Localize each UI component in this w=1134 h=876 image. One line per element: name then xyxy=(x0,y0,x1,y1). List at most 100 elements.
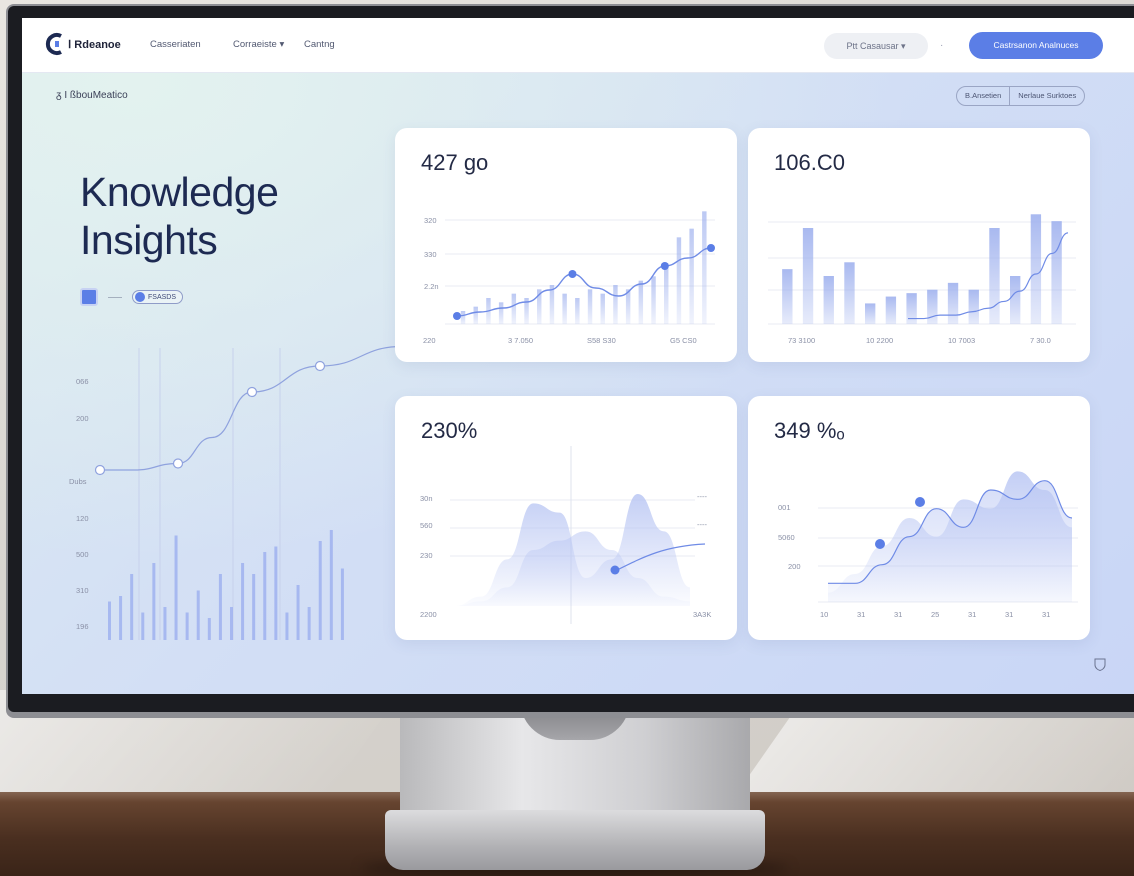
chart-svg xyxy=(445,211,715,325)
bar xyxy=(947,282,959,324)
bar xyxy=(651,276,656,324)
data-point xyxy=(875,539,885,549)
bar xyxy=(473,306,478,324)
search-pill-button[interactable]: Ptt Casausar ▾ xyxy=(824,33,928,59)
screen: Ⅰ Rdeanoe Casseriaten Corraeiste ▾ Cantn… xyxy=(22,18,1134,694)
area-series-1 xyxy=(828,471,1072,602)
data-point xyxy=(610,565,620,575)
bar xyxy=(498,302,504,324)
monitor-stand-base xyxy=(385,810,765,870)
bar xyxy=(174,535,178,640)
data-point xyxy=(172,458,184,469)
bar xyxy=(296,585,300,640)
bar xyxy=(664,263,669,324)
brand-logo-icon[interactable] xyxy=(45,33,64,55)
data-point xyxy=(568,270,577,278)
metric-card-4[interactable]: 349 %ₒ 001 5060 200 10 31 31 25 31 31 31 xyxy=(748,396,1090,640)
hero-chip-label: FSASDS xyxy=(148,293,177,301)
hero-dash: —— xyxy=(108,293,122,301)
chart-svg xyxy=(768,214,1076,325)
bar xyxy=(782,269,793,324)
tag-dot-icon xyxy=(135,292,145,302)
segment-option-1[interactable]: B.Ansetien xyxy=(957,87,1009,105)
data-point xyxy=(707,244,715,252)
bar xyxy=(549,285,555,324)
data-point xyxy=(94,464,106,476)
segmented-control: B.Ansetien Nerlaue Surktoes xyxy=(956,86,1086,106)
chart-svg xyxy=(818,471,1078,603)
background-chart: 066 200 Dubs 120 500 310 196 xyxy=(62,318,403,648)
bar xyxy=(285,612,289,640)
nav-link-1[interactable]: Casseriaten xyxy=(150,39,201,50)
bar xyxy=(1030,214,1042,324)
bar xyxy=(460,311,466,324)
document-icon[interactable] xyxy=(80,288,98,306)
bar xyxy=(823,276,834,324)
data-point xyxy=(246,386,258,398)
bar xyxy=(1010,276,1021,324)
hero-title-line-2: Insights xyxy=(80,217,218,263)
separator: · xyxy=(940,40,944,51)
data-point xyxy=(660,262,669,270)
bar xyxy=(207,618,211,640)
bar xyxy=(340,568,344,640)
bar xyxy=(263,552,267,640)
series-line xyxy=(99,345,403,471)
bar xyxy=(638,280,644,324)
bar xyxy=(906,293,917,324)
bar xyxy=(802,228,814,324)
segment-option-2[interactable]: Nerlaue Surktoes xyxy=(1009,87,1084,105)
bar xyxy=(676,237,682,324)
bar xyxy=(702,211,707,324)
bar xyxy=(844,262,855,324)
bar xyxy=(274,546,278,640)
hero-meta-row: —— FSASDS xyxy=(80,288,184,306)
bar xyxy=(575,298,580,324)
bar xyxy=(230,607,233,640)
bar xyxy=(511,293,517,324)
bar xyxy=(218,574,222,640)
bar xyxy=(587,289,593,324)
bar xyxy=(307,607,311,640)
metric-card-1[interactable]: 427 go 320 330 2.2n 220 3 7.050 S58 S30 … xyxy=(395,128,737,362)
series-line xyxy=(456,247,712,317)
data-point xyxy=(915,497,925,507)
nav-link-3[interactable]: Cantng xyxy=(304,39,335,50)
bar xyxy=(196,590,200,640)
bar xyxy=(119,596,123,640)
bar xyxy=(152,563,156,640)
bar xyxy=(241,563,245,640)
bar xyxy=(1051,221,1062,324)
bar xyxy=(625,289,631,324)
metric-card-3[interactable]: 230% 30n 560 230 2200 3A3K ---- ---- xyxy=(395,396,737,640)
bar xyxy=(108,601,111,640)
hero-title: Knowledge Insights xyxy=(80,168,279,264)
bar xyxy=(141,612,145,640)
bar xyxy=(252,574,256,640)
top-navigation-bar: Ⅰ Rdeanoe Casseriaten Corraeiste ▾ Cantn… xyxy=(22,18,1134,73)
hero-title-line-1: Knowledge xyxy=(80,169,279,215)
bar xyxy=(689,228,694,324)
chart-svg xyxy=(450,446,706,624)
background-chart-svg xyxy=(94,345,403,640)
bar xyxy=(613,285,618,324)
nav-dropdown-2[interactable]: Corraeiste ▾ xyxy=(233,39,284,50)
bar xyxy=(865,303,876,324)
bar xyxy=(163,607,167,640)
shield-icon[interactable] xyxy=(1094,658,1106,672)
bar xyxy=(989,228,1000,324)
metric-card-2[interactable]: 106.C0 73 3100 10 2200 10 7003 7 30.0 xyxy=(748,128,1090,362)
bar xyxy=(318,541,322,640)
bar xyxy=(600,293,605,324)
bar xyxy=(562,293,567,324)
primary-cta-button[interactable]: Castrsanon Analnuces xyxy=(969,32,1103,59)
hero-tag-chip[interactable]: FSASDS xyxy=(132,290,184,304)
bar xyxy=(927,289,938,324)
breadcrumb[interactable]: ᵹ I ßbouMeatico xyxy=(56,90,128,101)
data-point xyxy=(314,360,326,372)
bar xyxy=(130,574,134,640)
bar xyxy=(329,530,333,640)
bar xyxy=(968,289,979,324)
brand-name[interactable]: Ⅰ Rdeanoe xyxy=(68,38,121,51)
bar xyxy=(185,612,189,640)
